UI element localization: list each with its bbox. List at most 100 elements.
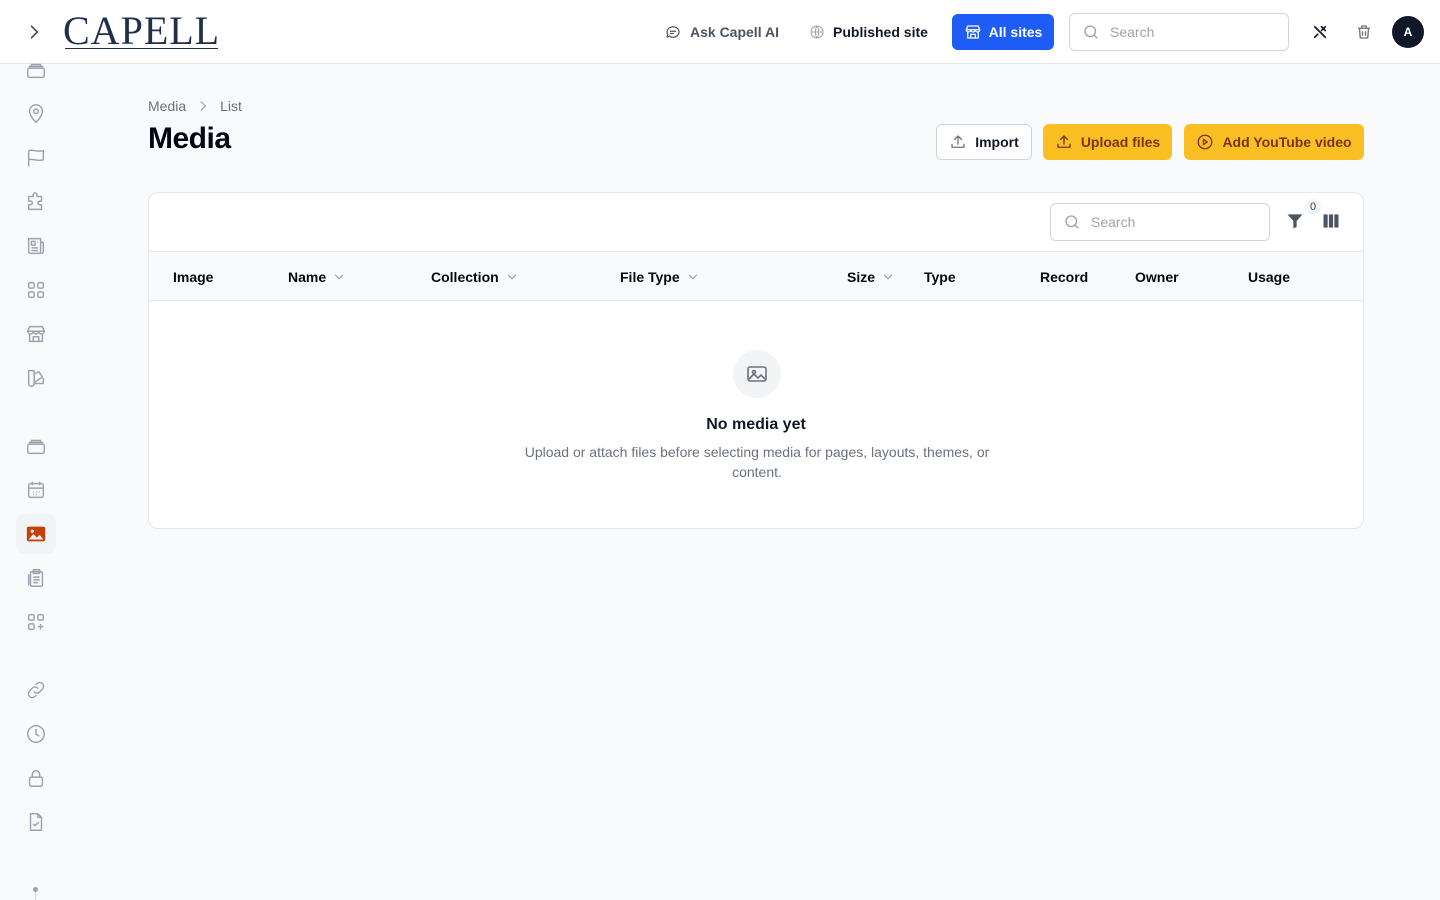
grid-plus-icon — [27, 613, 45, 631]
newspaper-icon — [27, 237, 45, 255]
ask-ai-label: Ask Capell AI — [690, 24, 779, 40]
column-header-owner: Owner — [1135, 267, 1179, 287]
photo-icon — [26, 526, 46, 542]
column-header-label: Record — [1040, 269, 1089, 285]
column-header-usage: Usage — [1248, 267, 1290, 287]
table-toolbar: 0 — [149, 193, 1363, 252]
import-button[interactable]: Import — [936, 124, 1032, 160]
tools-icon — [1313, 25, 1327, 39]
trash-icon — [1358, 25, 1370, 39]
sidebar-item-security[interactable] — [16, 758, 56, 798]
column-header-image: Image — [173, 267, 213, 287]
chevron-down-icon — [688, 274, 697, 280]
sidebar-item-grid[interactable] — [16, 270, 56, 310]
swatch-icon — [27, 369, 45, 387]
empty-state-icon — [733, 350, 781, 398]
globe-icon — [810, 25, 824, 39]
top-bar: CAPELL Ask Capell AI Published site All … — [0, 0, 1440, 64]
all-sites-button[interactable]: All sites — [952, 14, 1054, 50]
import-label: Import — [975, 134, 1019, 150]
sidebar-item-plugins[interactable] — [16, 182, 56, 222]
table-search-input[interactable] — [1091, 214, 1251, 230]
table-header: Image Name Collection File Type Size Typ… — [149, 252, 1363, 301]
sidebar-item-calendar[interactable] — [16, 470, 56, 510]
link-icon — [27, 681, 45, 699]
media-table: 0 Image Name Collection File Type Size T… — [148, 192, 1364, 529]
funnel-icon — [1287, 214, 1303, 229]
column-header-label: Image — [173, 269, 214, 285]
page-title: Media — [148, 122, 231, 155]
sidebar-item-links[interactable] — [16, 670, 56, 710]
expand-sidebar-button[interactable] — [20, 18, 48, 46]
clipboard-icon — [27, 569, 44, 587]
sidebar-item-media[interactable] — [16, 514, 56, 554]
upload-tray-icon — [951, 135, 965, 148]
grid-icon — [27, 281, 45, 299]
chat-bubble-icon — [666, 26, 680, 38]
table-search[interactable] — [1050, 203, 1270, 241]
sidebar-item-sites[interactable] — [16, 314, 56, 354]
stack-icon — [27, 63, 45, 79]
breadcrumb-item-media[interactable]: Media — [148, 98, 186, 114]
upload-files-label: Upload files — [1080, 134, 1161, 150]
all-sites-label: All sites — [988, 24, 1043, 40]
column-header-label: Usage — [1248, 269, 1291, 285]
empty-state-title: No media yet — [706, 416, 806, 433]
view-columns-icon — [1323, 214, 1339, 228]
column-header-label: Type — [924, 269, 956, 285]
column-header-size[interactable]: Size — [847, 267, 895, 287]
empty-state-description: Upload or attach files before selecting … — [524, 444, 990, 480]
capell-logo[interactable]: CAPELL — [63, 9, 220, 53]
global-search-input[interactable] — [1110, 24, 1270, 40]
sidebar-item-history[interactable] — [16, 714, 56, 754]
breadcrumb-item-list: List — [220, 98, 242, 114]
sidebar-item-flags[interactable] — [16, 138, 56, 178]
trash-button[interactable] — [1350, 18, 1378, 46]
column-header-label: File Type — [620, 269, 680, 285]
stack-icon — [27, 439, 45, 455]
sidebar-item-forms[interactable] — [16, 558, 56, 598]
published-site-label: Published site — [833, 24, 928, 40]
search-icon — [1084, 25, 1098, 39]
photo-icon — [747, 366, 767, 382]
sidebar-item-stack[interactable] — [16, 50, 56, 90]
published-site-link[interactable]: Published site — [809, 16, 928, 48]
add-youtube-video-label: Add YouTube video — [1222, 134, 1352, 150]
sidebar-item-news[interactable] — [16, 226, 56, 266]
sidebar — [0, 63, 72, 900]
storefront-icon — [27, 325, 45, 343]
puzzle-icon — [27, 192, 43, 211]
sidebar-scroll-indicator — [33, 887, 38, 900]
global-search[interactable] — [1069, 13, 1289, 51]
ask-ai-link[interactable]: Ask Capell AI — [664, 16, 779, 48]
chevron-down-icon — [507, 274, 516, 280]
sidebar-item-approvals[interactable] — [16, 802, 56, 842]
column-header-collection[interactable]: Collection — [431, 267, 519, 287]
sidebar-item-themes[interactable] — [16, 358, 56, 398]
add-youtube-video-button[interactable]: Add YouTube video — [1184, 124, 1364, 160]
column-header-file-type[interactable]: File Type — [620, 267, 700, 287]
calendar-icon — [27, 481, 45, 499]
column-header-label: Size — [847, 269, 876, 285]
sidebar-item-extensions[interactable] — [16, 602, 56, 642]
lock-icon — [28, 769, 44, 787]
filter-button[interactable] — [1283, 209, 1307, 233]
user-avatar[interactable]: A — [1392, 16, 1424, 48]
upload-tray-icon — [1057, 135, 1071, 148]
column-header-type: Type — [924, 267, 956, 287]
columns-toggle-button[interactable] — [1319, 209, 1343, 233]
empty-state: No media yet Upload or attach files befo… — [149, 301, 1363, 528]
column-header-record: Record — [1040, 267, 1088, 287]
column-header-name[interactable]: Name — [288, 267, 346, 287]
play-circle-icon — [1198, 134, 1213, 150]
flag-icon — [27, 149, 45, 167]
sidebar-item-locations[interactable] — [16, 94, 56, 134]
search-icon — [1065, 215, 1079, 229]
upload-files-button[interactable]: Upload files — [1043, 124, 1172, 160]
chevron-down-icon — [883, 274, 893, 280]
tools-button[interactable] — [1306, 18, 1334, 46]
column-header-label: Owner — [1135, 269, 1179, 285]
map-pin-icon — [28, 104, 44, 124]
column-header-label: Collection — [431, 269, 499, 285]
sidebar-item-collections[interactable] — [16, 426, 56, 466]
